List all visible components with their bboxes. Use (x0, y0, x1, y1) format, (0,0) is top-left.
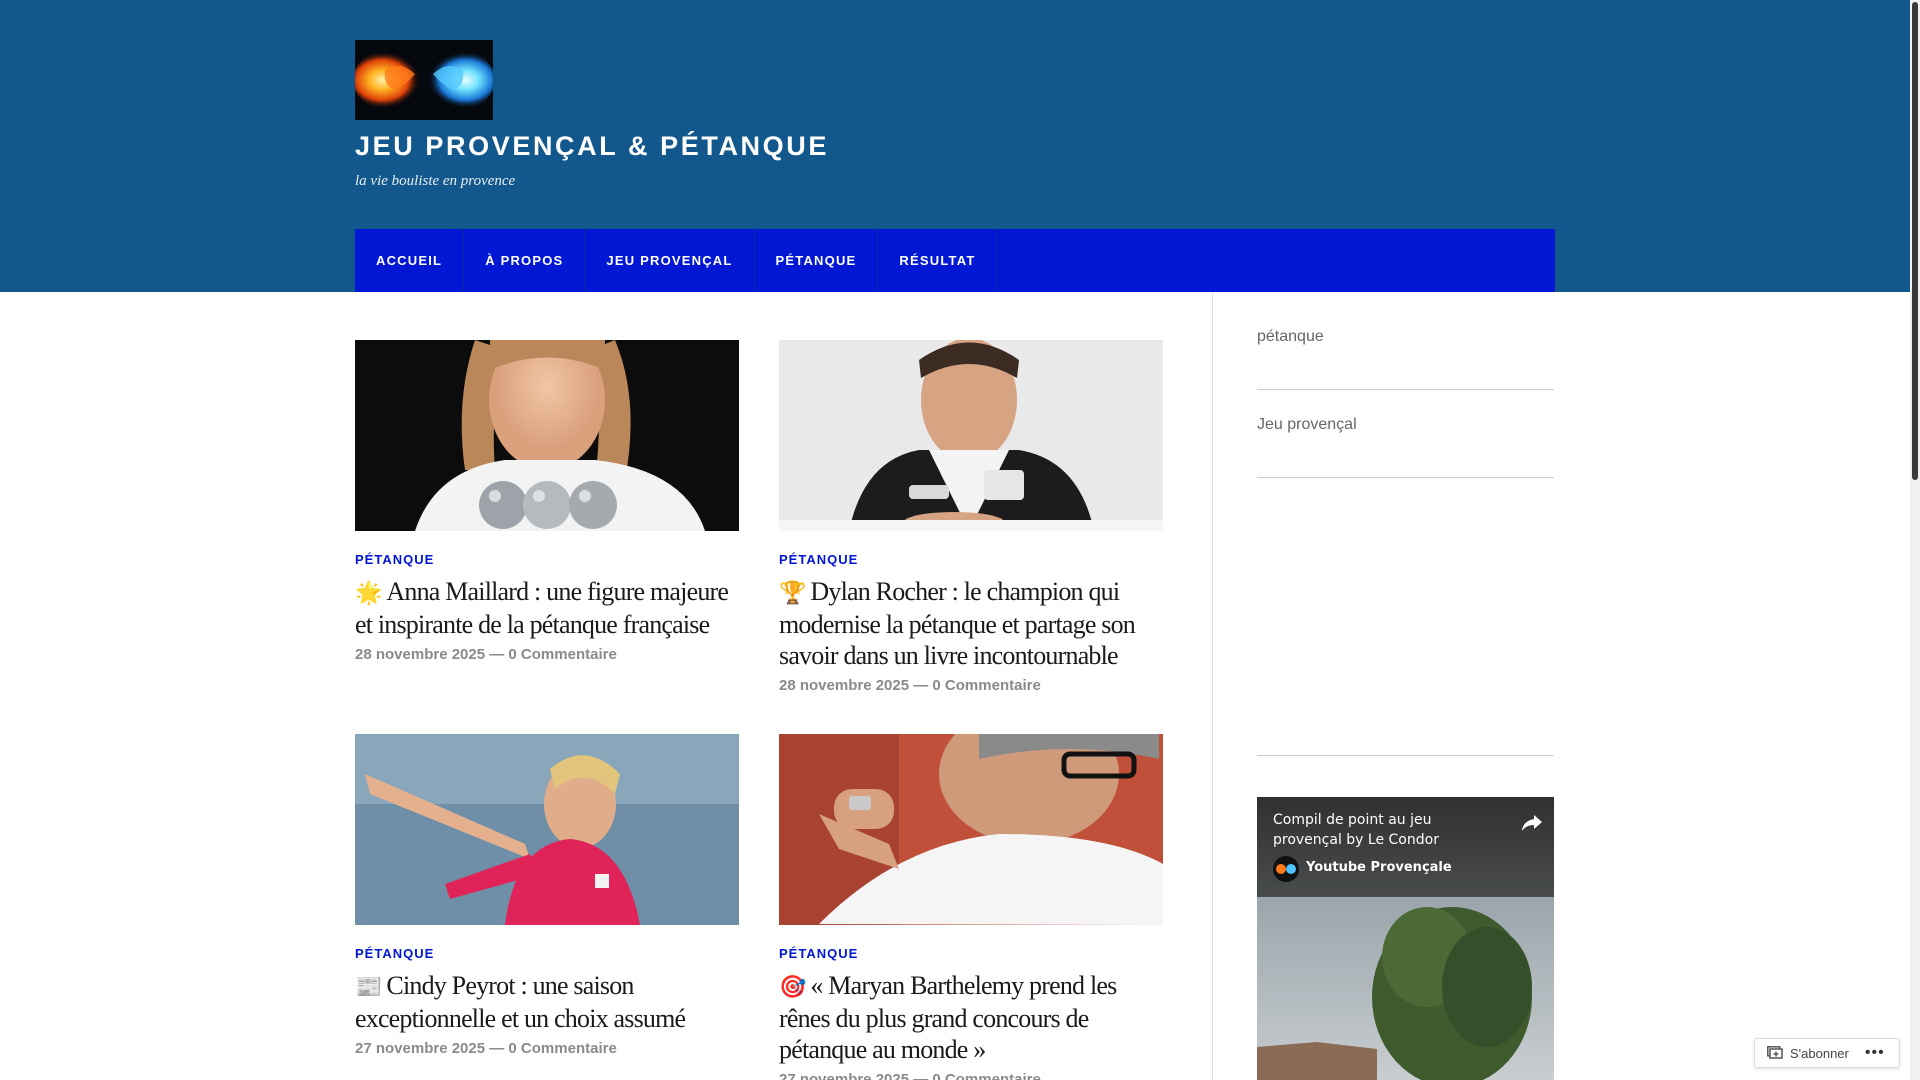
follow-icon (1767, 1046, 1783, 1059)
subscribe-button[interactable]: S'abonner (1755, 1039, 1857, 1067)
nav-item-accueil[interactable]: ACCUEIL (355, 229, 465, 292)
more-icon[interactable]: ••• (1857, 1044, 1893, 1062)
sidebar-divider (1212, 292, 1213, 1080)
meta-separator: — (909, 1071, 933, 1080)
post-comments[interactable]: 0 Commentaire (932, 1071, 1040, 1080)
meta-separator: — (485, 1040, 509, 1057)
post-title[interactable]: 🌟 Anna Maillard : une figure majeure et i… (355, 576, 739, 640)
post-card: PÉTANQUE 🎯 « Maryan Barthelemy prend les … (779, 734, 1163, 1080)
post-card: PÉTANQUE 📰 Cindy Peyrot : une saison exce… (355, 734, 739, 1057)
site-logo[interactable] (355, 40, 493, 120)
post-date[interactable]: 27 novembre 2025 (355, 1040, 485, 1057)
post-thumbnail[interactable] (355, 734, 739, 925)
post-meta: 27 novembre 2025 — 0 Commentaire (355, 1040, 739, 1057)
post-card: PÉTANQUE 🏆 Dylan Rocher : le champion qui… (779, 340, 1163, 694)
sidebar-link-petanque[interactable]: pétanque (1257, 328, 1324, 346)
post-meta: 27 novembre 2025 — 0 Commentaire (779, 1071, 1163, 1080)
page-scrollbar[interactable] (1910, 0, 1920, 1080)
nav-item-resultat[interactable]: RÉSULTAT (878, 229, 998, 292)
sidebar-link-jeu-provencal[interactable]: Jeu provençal (1257, 416, 1357, 434)
nav-item-petanque[interactable]: PÉTANQUE (755, 229, 879, 292)
channel-avatar[interactable] (1273, 856, 1299, 882)
post-title[interactable]: 🏆 Dylan Rocher : le champion qui modernis… (779, 576, 1163, 671)
nav-item-jeu-provencal[interactable]: JEU PROVENÇAL (585, 229, 755, 292)
share-icon[interactable] (1520, 810, 1544, 834)
site-tagline: la vie bouliste en provence (355, 173, 516, 189)
scrollbar-thumb[interactable] (1912, 2, 1918, 480)
subscribe-bar: S'abonner ••• (1754, 1038, 1900, 1068)
subscribe-label: S'abonner (1790, 1045, 1849, 1061)
sidebar-divider-line (1257, 477, 1554, 478)
post-thumbnail[interactable] (779, 734, 1163, 925)
post-category[interactable]: PÉTANQUE (779, 552, 1163, 567)
main-nav: ACCUEIL À PROPOS JEU PROVENÇAL PÉTANQUE … (355, 229, 1555, 292)
star-icon: 🌟 (355, 581, 383, 606)
post-date[interactable]: 27 novembre 2025 (779, 1071, 909, 1080)
post-thumbnail[interactable] (355, 340, 739, 531)
post-comments[interactable]: 0 Commentaire (508, 1040, 616, 1057)
logo-image (355, 40, 493, 120)
post-card: PÉTANQUE 🌟 Anna Maillard : une figure maj… (355, 340, 739, 663)
post-comments[interactable]: 0 Commentaire (508, 646, 616, 663)
sidebar-divider-line (1257, 389, 1554, 390)
post-thumbnail[interactable] (779, 340, 1163, 531)
post-date[interactable]: 28 novembre 2025 (355, 646, 485, 663)
video-title[interactable]: Compil de point au jeu provençal by Le C… (1273, 810, 1503, 850)
post-category[interactable]: PÉTANQUE (355, 552, 739, 567)
nav-item-a-propos[interactable]: À PROPOS (464, 229, 586, 292)
meta-separator: — (485, 646, 509, 663)
post-title[interactable]: 📰 Cindy Peyrot : une saison exceptionnell… (355, 970, 739, 1034)
post-title-text[interactable]: Cindy Peyrot : une saison exceptionnelle… (355, 971, 686, 1033)
post-title-text[interactable]: « Maryan Barthelemy prend les rênes du p… (779, 971, 1117, 1064)
post-title[interactable]: 🎯 « Maryan Barthelemy prend les rênes du … (779, 970, 1163, 1065)
post-meta: 28 novembre 2025 — 0 Commentaire (355, 646, 739, 663)
site-header: JEU PROVENÇAL & PÉTANQUE la vie bouliste… (0, 0, 1910, 292)
target-icon: 🎯 (779, 975, 807, 1000)
newspaper-icon: 📰 (355, 975, 383, 1000)
post-category[interactable]: PÉTANQUE (779, 946, 1163, 961)
post-meta: 28 novembre 2025 — 0 Commentaire (779, 677, 1163, 694)
post-title-text[interactable]: Dylan Rocher : le champion qui modernise… (779, 577, 1136, 670)
trophy-icon: 🏆 (779, 581, 807, 606)
post-category[interactable]: PÉTANQUE (355, 946, 739, 961)
meta-separator: — (909, 677, 933, 694)
sidebar-divider-line (1257, 755, 1554, 756)
site-title[interactable]: JEU PROVENÇAL & PÉTANQUE (355, 131, 829, 162)
post-comments[interactable]: 0 Commentaire (932, 677, 1040, 694)
video-channel-name[interactable]: Youtube Provençale (1306, 860, 1452, 875)
post-title-text[interactable]: Anna Maillard : une figure majeure et in… (355, 577, 729, 639)
post-date[interactable]: 28 novembre 2025 (779, 677, 909, 694)
youtube-video-embed[interactable]: Compil de point au jeu provençal by Le C… (1257, 797, 1554, 1080)
